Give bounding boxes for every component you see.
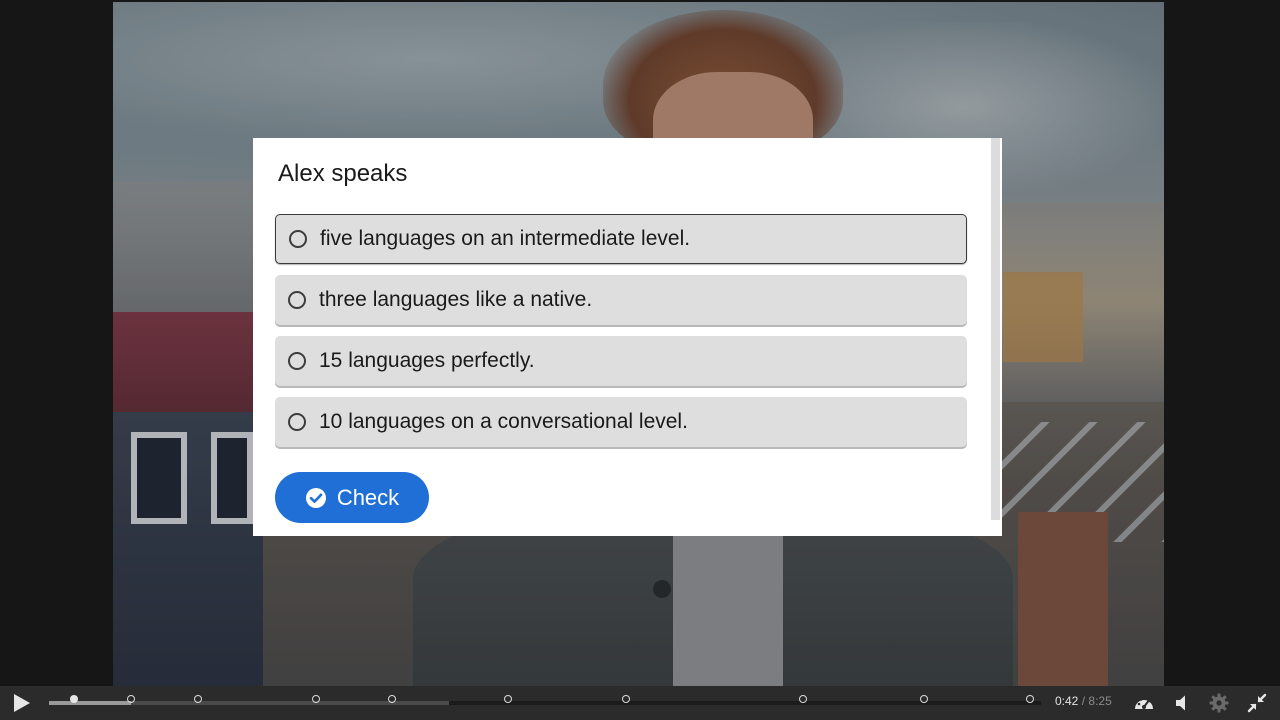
- interaction-marker[interactable]: [920, 695, 928, 703]
- play-icon[interactable]: [10, 692, 32, 714]
- duration: 8:25: [1088, 694, 1112, 708]
- interaction-marker[interactable]: [127, 695, 135, 703]
- answer-option-3[interactable]: 15 languages perfectly.: [275, 336, 967, 386]
- answer-label: three languages like a native.: [319, 288, 593, 311]
- interaction-marker[interactable]: [1026, 695, 1034, 703]
- answer-list: five languages on an intermediate level.…: [275, 214, 967, 458]
- quiz-question: Alex speaks: [278, 160, 408, 187]
- answer-option-2[interactable]: three languages like a native.: [275, 275, 967, 325]
- progress-unbuffered: [449, 701, 1041, 705]
- radio-icon[interactable]: [288, 413, 306, 431]
- answer-label: 10 languages on a conversational level.: [319, 410, 688, 433]
- interaction-marker[interactable]: [312, 695, 320, 703]
- answer-option-1[interactable]: five languages on an intermediate level.: [275, 214, 967, 264]
- volume-icon[interactable]: [1171, 692, 1193, 714]
- quiz-card: Alex speaks five languages on an interme…: [253, 138, 1002, 536]
- exit-fullscreen-icon[interactable]: [1246, 692, 1268, 714]
- check-circle-icon: [305, 487, 326, 508]
- radio-icon[interactable]: [288, 291, 306, 309]
- interaction-marker[interactable]: [194, 695, 202, 703]
- answer-label: 15 languages perfectly.: [319, 349, 535, 372]
- check-button[interactable]: Check: [275, 472, 429, 523]
- time-separator: /: [1081, 694, 1086, 708]
- check-button-label: Check: [336, 484, 400, 510]
- answer-option-4[interactable]: 10 languages on a conversational level.: [275, 397, 967, 447]
- current-time: 0:42: [1055, 694, 1079, 708]
- radio-icon[interactable]: [289, 230, 307, 248]
- interaction-marker[interactable]: [799, 695, 807, 703]
- progress-bar[interactable]: [49, 695, 1041, 705]
- radio-icon[interactable]: [288, 352, 306, 370]
- interaction-marker[interactable]: [622, 695, 630, 703]
- video-player: Alex speaks five languages on an interme…: [0, 0, 1280, 720]
- gear-icon[interactable]: [1208, 692, 1230, 714]
- interaction-marker[interactable]: [504, 695, 512, 703]
- interaction-marker[interactable]: [388, 695, 396, 703]
- progress-handle[interactable]: [70, 695, 78, 703]
- speed-gauge-icon[interactable]: [1133, 692, 1155, 714]
- card-scrollbar[interactable]: [991, 138, 1000, 520]
- progress-played: [49, 701, 131, 705]
- answer-label: five languages on an intermediate level.: [320, 227, 691, 250]
- time-display: 0:42 / 8:25: [1055, 694, 1112, 708]
- control-bar: 0:42 / 8:25: [0, 686, 1280, 720]
